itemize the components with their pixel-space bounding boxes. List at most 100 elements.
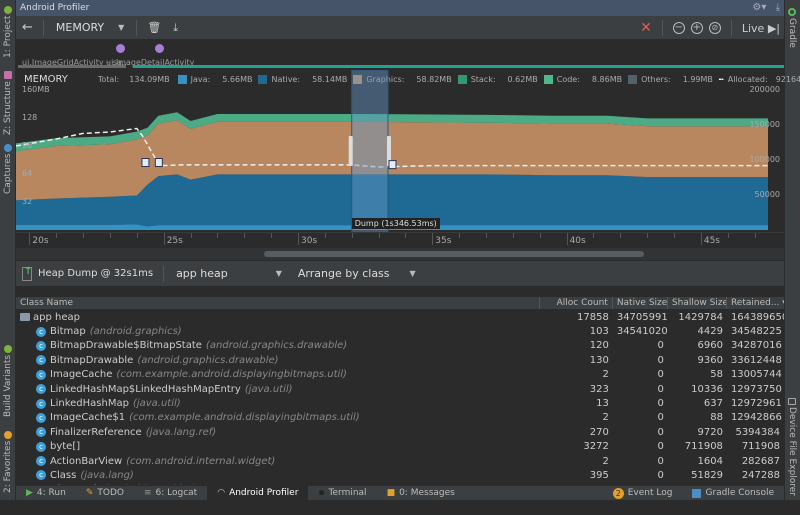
tool-tab-favorites[interactable]: 2: Favorites	[0, 428, 16, 494]
window-title: Android Profiler	[20, 3, 90, 13]
time-tick	[620, 233, 622, 238]
table-row-root[interactable]: app heap 17858 34705991 1429784 16438965…	[16, 310, 784, 324]
class-name: byte[]	[50, 441, 81, 453]
profiler-select[interactable]: MEMORY ▼	[48, 21, 132, 34]
gear-icon[interactable]: ⚙▾	[752, 2, 766, 13]
native-size-cell: 0	[657, 340, 664, 352]
time-tick	[647, 233, 649, 238]
column-header-native-size[interactable]: Native Size	[613, 297, 668, 309]
heap-select[interactable]: app heap ▼	[168, 267, 290, 280]
column-header-retained[interactable]: Retained... ▼	[727, 297, 784, 309]
native-size-cell: 0	[657, 469, 664, 481]
device-icon	[788, 398, 796, 405]
time-tick-label: 30s	[301, 236, 318, 246]
table-row[interactable]: c BitmapDrawable (android.graphics.drawa…	[16, 353, 784, 367]
table-row[interactable]: c LinkedHashMap (java.util) 13 0 637 129…	[16, 396, 784, 410]
retained-size-cell: 12973750	[730, 383, 782, 395]
gc-trash-icon[interactable]	[141, 158, 150, 167]
logcat-icon: ≡	[143, 488, 152, 498]
table-row[interactable]: c BitmapDrawable$BitmapState (android.gr…	[16, 339, 784, 353]
table-row[interactable]: c ActionBarView (com.android.internal.wi…	[16, 454, 784, 468]
table-row[interactable]: c LinkedHashMap$LinkedHashMapEntry (java…	[16, 382, 784, 396]
table-row[interactable]: c FinalizerReference (java.lang.ref) 270…	[16, 425, 784, 439]
tool-tab-gradle[interactable]: Gradle	[784, 4, 800, 50]
shallow-size-cell: 51829	[691, 469, 723, 481]
android-icon	[4, 344, 12, 353]
dump-selection[interactable]	[351, 70, 389, 232]
gc-trash-icon[interactable]	[154, 158, 163, 167]
tool-tab-label: Captures	[3, 153, 13, 195]
timeline-scrollbar[interactable]	[16, 248, 784, 260]
class-name: Bitmap	[50, 326, 86, 338]
chevron-down-icon: ▼	[409, 269, 416, 278]
arrange-select[interactable]: Arrange by class ▼	[290, 267, 424, 280]
alloc-count-cell: 103	[589, 326, 609, 338]
tool-window-logcat[interactable]: ≡ 6: Logcat	[134, 486, 207, 501]
class-icon: c	[36, 456, 46, 467]
zoom-in-button[interactable]: +	[690, 22, 703, 34]
zoom-out-button[interactable]: −	[672, 22, 685, 34]
scrollbar-thumb[interactable]	[264, 251, 644, 257]
tool-window-androidprofiler[interactable]: ◠ Android Profiler	[207, 485, 309, 501]
column-header-class-name[interactable]: Class Name	[16, 297, 541, 309]
export-button[interactable]: ↑	[22, 266, 32, 281]
tool-tab-build-variants[interactable]: Build Variants	[0, 340, 16, 420]
titlebar-controls: ⚙▾ ⤓	[752, 0, 780, 16]
reset-zoom-button[interactable]: ⊘	[708, 22, 721, 34]
time-tick	[163, 233, 165, 245]
table-row[interactable]: c Class (java.lang) 395 0 51829 247288	[16, 468, 784, 482]
left-tool-strip: 1: Project Z: Structure Captures Build V…	[0, 0, 16, 500]
heap-dump-toolbar: ↑ Heap Dump @ 32s1ms app heap ▼ Arrange …	[16, 260, 784, 286]
class-icon: c	[36, 441, 46, 452]
selection-handle[interactable]	[348, 136, 353, 166]
table-row[interactable]: c ImageCache (com.example.android.displa…	[16, 368, 784, 382]
back-button[interactable]: ←	[16, 20, 39, 35]
event-marker[interactable]	[116, 44, 125, 53]
dump-heap-button[interactable]: ⤓	[167, 21, 184, 35]
separator	[730, 20, 732, 36]
class-name-cell: c ImageCache (com.example.android.displa…	[16, 369, 540, 380]
memory-chart[interactable]: MEMORY Total: 134.09MB Java: 5.66MB Nati…	[16, 70, 800, 232]
tool-tab-project[interactable]: 1: Project	[0, 2, 16, 60]
tool-tab-label: Device File Explorer	[787, 406, 797, 496]
stop-session-button[interactable]: ✕	[640, 20, 652, 36]
gradle-console-button[interactable]: Gradle Console	[682, 486, 784, 501]
time-axis: 20s 25s 30s 35s 40s 45s	[16, 232, 784, 248]
time-tick	[459, 233, 461, 238]
tool-window-terminal[interactable]: ▪ Terminal	[308, 486, 376, 501]
tool-window-run[interactable]: ▶ 4: Run	[16, 486, 76, 501]
tool-window-label: Terminal	[328, 488, 367, 498]
column-header-alloc-count[interactable]: Alloc Count	[540, 297, 613, 309]
table-row[interactable]: c ImageCache$1 (com.example.android.disp…	[16, 411, 784, 425]
tool-window-messages[interactable]: ■ 0: Messages	[377, 486, 465, 501]
retained-size-cell: 5394384	[735, 426, 780, 438]
shallow-size-cell: 10336	[691, 383, 723, 395]
y-left-tick-label: 128	[22, 113, 38, 122]
profiler-toolbar: ← MEMORY ▼ 🗑 ⤓ ✕ − + ⊘ Live ▶|	[16, 16, 784, 40]
sort-desc-icon: ▼	[782, 299, 784, 307]
event-marker[interactable]	[155, 44, 164, 53]
table-header: Class Name Alloc Count Native Size Shall…	[16, 297, 784, 310]
alloc-count-cell: 2	[602, 412, 609, 424]
time-tick-label: 25s	[166, 236, 183, 246]
class-name-cell: c byte[]	[16, 441, 540, 452]
gradle-icon	[788, 8, 796, 17]
table-row[interactable]: c byte[] 3272 0 711908 711908	[16, 440, 784, 454]
retained-size-cell: 33612448	[730, 354, 782, 366]
tool-window-todo[interactable]: ✎ TODO	[76, 486, 134, 501]
tool-tab-captures[interactable]: Captures	[0, 140, 16, 196]
activity-bar[interactable]	[133, 65, 784, 68]
table-row[interactable]: c Bitmap (android.graphics) 103 34541020…	[16, 324, 784, 338]
class-icon: c	[36, 384, 46, 395]
live-button[interactable]: Live ▶|	[742, 22, 780, 35]
force-gc-button[interactable]: 🗑	[141, 21, 167, 34]
gc-trash-icon[interactable]	[388, 160, 397, 170]
tool-tab-structure[interactable]: Z: Structure	[0, 68, 16, 136]
column-header-shallow-size[interactable]: Shallow Size	[668, 297, 727, 309]
event-log-button[interactable]: 2 Event Log	[603, 486, 683, 501]
hide-icon[interactable]: ⤓	[776, 2, 780, 13]
tool-tab-device-file-explorer[interactable]: Device File Explorer	[784, 396, 800, 496]
time-tick	[271, 233, 273, 238]
profiler-select-value: MEMORY	[55, 21, 105, 34]
retained-size-cell: 282687	[741, 455, 780, 467]
